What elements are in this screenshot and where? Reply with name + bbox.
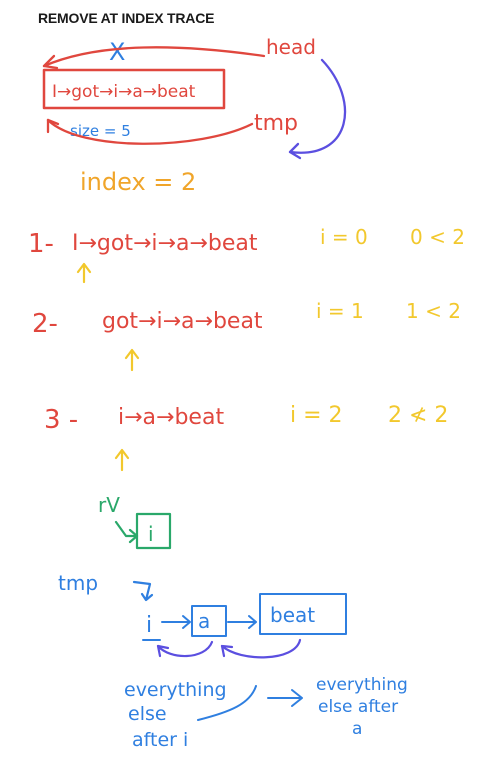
step-3-number: 3 - [44, 405, 78, 435]
step-1-number: 1- [28, 229, 54, 259]
rv-box-value: i [148, 522, 154, 546]
note-right-line-1: everything [316, 675, 408, 695]
note-left-line-3: after i [132, 729, 188, 751]
rv-label: rV [98, 493, 120, 517]
size-label: size = 5 [70, 122, 131, 140]
step-1-i: i = 0 [320, 225, 368, 249]
node-a: a [198, 609, 210, 633]
step-2-number: 2- [32, 309, 58, 339]
node-i: i [146, 613, 152, 638]
step-2-i: i = 1 [316, 299, 364, 323]
note-right-line-3: a [352, 719, 362, 739]
step-2-cond: 1 < 2 [406, 299, 461, 323]
step-3-cond: 2 ≮ 2 [388, 403, 448, 428]
step-1-cond: 0 < 2 [410, 225, 465, 249]
head-label: head [266, 35, 316, 59]
step-1-pointer-arrow [76, 262, 92, 284]
node-beat: beat [270, 603, 315, 627]
head-to-tmp-arrowhead [288, 142, 302, 160]
step-1-list: I→got→i→a→beat [72, 231, 258, 256]
trace-drawing: X I→got→i→a→beat head size = 5 tmp index… [28, 35, 465, 751]
note-implies-arrow [267, 689, 303, 707]
top-x-mark: X [109, 38, 125, 66]
rv-arrow [114, 520, 139, 544]
rewire-arrow-a-to-i [156, 640, 214, 658]
step-3-pointer-arrow [114, 448, 130, 472]
step-2-pointer-arrow [124, 348, 140, 372]
rewire-arrow-beat-to-a [220, 638, 302, 659]
note-right-line-2: else after [318, 697, 398, 717]
top-list: I→got→i→a→beat [52, 82, 196, 102]
arrow-a-to-beat [227, 615, 257, 629]
step-3-list: i→a→beat [118, 405, 224, 430]
bottom-tmp-arrow [132, 580, 154, 602]
tmp-label: tmp [254, 111, 298, 136]
note-left-line-2: else [128, 703, 167, 725]
step-2-list: got→i→a→beat [102, 309, 263, 334]
bottom-tmp-label: tmp [58, 571, 98, 595]
index-label: index = 2 [80, 168, 196, 196]
head-to-tmp-arrow [288, 58, 347, 154]
head-arrow [42, 46, 266, 68]
note-left-line-1: everything [124, 679, 227, 701]
arrow-i-to-a [161, 615, 191, 629]
step-3-i: i = 2 [290, 403, 343, 428]
